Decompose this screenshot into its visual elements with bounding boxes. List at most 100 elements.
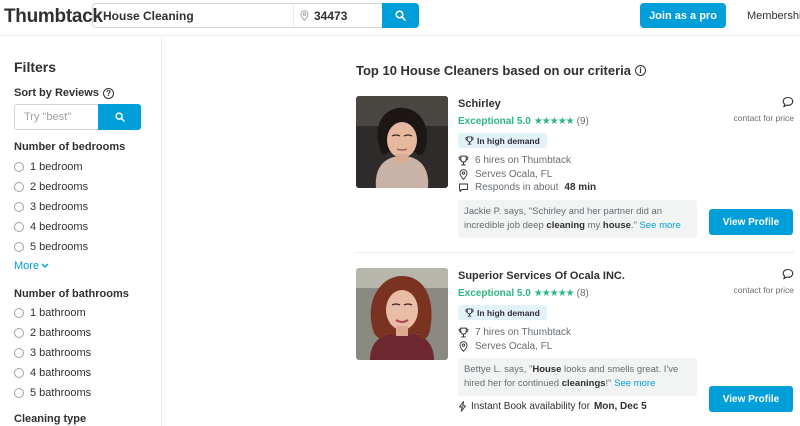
radio-button[interactable] — [14, 328, 24, 338]
instant-book-date: Mon, Dec 5 — [593, 401, 647, 412]
see-more-link[interactable]: See more — [640, 220, 681, 231]
cleaning-type-filter-title: Cleaning type — [14, 413, 87, 425]
view-profile-button[interactable]: View Profile — [709, 386, 793, 412]
option-label: 1 bathroom — [30, 307, 86, 319]
pro-photo[interactable] — [356, 96, 448, 188]
option-label: 2 bedrooms — [30, 181, 89, 193]
option-label: 4 bedrooms — [30, 221, 89, 233]
review-snippet: Jackie P. says, "Schirley and her partne… — [458, 200, 697, 238]
bedroom-option[interactable]: 4 bedrooms — [14, 221, 88, 233]
search-button[interactable] — [382, 3, 419, 28]
review-search-input[interactable]: Try "best" — [14, 104, 99, 130]
bathrooms-filter-title: Number of bathrooms — [14, 288, 129, 300]
pro-name[interactable]: Superior Services Of Ocala INC. — [458, 270, 625, 282]
review-search-button[interactable] — [98, 104, 141, 130]
radio-button[interactable] — [14, 368, 24, 378]
radio-button[interactable] — [14, 388, 24, 398]
results-heading-text: Top 10 House Cleaners based on our crite… — [356, 63, 632, 78]
trophy-icon — [458, 327, 469, 338]
option-label: 1 bedroom — [30, 161, 83, 173]
serves-text: Serves Ocala, FL — [475, 169, 553, 180]
review-snippet: Bettye L. says, "House looks and smells … — [458, 358, 697, 396]
response-time: 48 min — [564, 182, 597, 193]
radio-button[interactable] — [14, 348, 24, 358]
price-text: contact for price — [733, 113, 794, 123]
help-icon[interactable]: ? — [102, 87, 114, 99]
message-icon[interactable] — [782, 268, 794, 280]
filters-heading: Filters — [14, 59, 57, 75]
top-header: Thumbtack House Cleaning 34473 Join as a… — [0, 0, 800, 36]
option-label: 5 bathrooms — [30, 387, 92, 399]
high-demand-badge: In high demand — [458, 305, 547, 320]
option-label: 3 bathrooms — [30, 347, 92, 359]
radio-button[interactable] — [14, 182, 24, 192]
radio-button[interactable] — [14, 162, 24, 172]
quote-text: my — [584, 220, 603, 231]
bedroom-option[interactable]: 2 bedrooms — [14, 181, 88, 193]
search-icon — [114, 112, 125, 122]
star-rating-icon: ★★★★★ — [533, 116, 575, 127]
bathroom-option[interactable]: 5 bathrooms — [14, 387, 91, 399]
membership-link[interactable]: Membership — [747, 10, 800, 22]
view-profile-button[interactable]: View Profile — [709, 209, 793, 235]
location-row: Serves Ocala, FL — [458, 169, 552, 180]
sort-by-reviews-label: Sort by Reviews ? — [14, 87, 114, 99]
quote-keyword: house — [602, 220, 631, 231]
high-demand-badge: In high demand — [458, 133, 547, 148]
bedroom-option[interactable]: 3 bedrooms — [14, 201, 88, 213]
option-label: 5 bedrooms — [30, 241, 89, 253]
trophy-icon — [458, 155, 469, 166]
bathroom-option[interactable]: 2 bathrooms — [14, 327, 91, 339]
service-search-input[interactable]: House Cleaning — [93, 4, 293, 27]
radio-button[interactable] — [14, 308, 24, 318]
hires-text: 6 hires on Thumbtack — [475, 155, 571, 166]
pro-photo[interactable] — [356, 268, 448, 360]
bathroom-option[interactable]: 1 bathroom — [14, 307, 86, 319]
hires-row: 6 hires on Thumbtack — [458, 155, 571, 166]
bedroom-option[interactable]: 5 bedrooms — [14, 241, 88, 253]
rating-row: Exceptional 5.0 ★★★★★ (9) — [458, 116, 589, 127]
join-as-pro-button[interactable]: Join as a pro — [640, 3, 726, 28]
location-pin-icon — [300, 10, 309, 21]
sort-label-text: Sort by Reviews — [14, 87, 99, 99]
star-rating-icon: ★★★★★ — [533, 288, 575, 299]
info-icon[interactable]: i — [635, 65, 647, 76]
bathroom-option[interactable]: 3 bathrooms — [14, 347, 91, 359]
instant-book-row: Instant Book availability for Mon, Dec 5 — [458, 401, 647, 412]
review-count[interactable]: (8) — [577, 288, 589, 299]
more-bedrooms-link[interactable]: More — [14, 260, 49, 272]
message-icon[interactable] — [782, 96, 794, 108]
see-more-link[interactable]: See more — [614, 378, 655, 389]
quote-text: ." — [630, 220, 640, 231]
quote-keyword: cleanings — [561, 378, 606, 389]
chevron-down-icon — [41, 263, 49, 268]
bathroom-option[interactable]: 4 bathrooms — [14, 367, 91, 379]
search-icon — [395, 10, 406, 21]
rating-label: Exceptional 5.0 — [458, 288, 531, 299]
location-row: Serves Ocala, FL — [458, 341, 552, 352]
badge-label: In high demand — [477, 307, 540, 318]
radio-button[interactable] — [14, 202, 24, 212]
search-bar: House Cleaning 34473 — [92, 3, 419, 28]
option-label: 4 bathrooms — [30, 367, 92, 379]
review-count[interactable]: (9) — [577, 116, 589, 127]
zip-code-input[interactable]: 34473 — [293, 4, 381, 27]
quote-text: !" — [605, 378, 615, 389]
results-heading: Top 10 House Cleaners based on our crite… — [356, 63, 647, 78]
bedroom-option[interactable]: 1 bedroom — [14, 161, 83, 173]
radio-button[interactable] — [14, 242, 24, 252]
pro-card[interactable]: Schirley Exceptional 5.0 ★★★★★ (9) In hi… — [356, 96, 794, 246]
bedrooms-filter-title: Number of bedrooms — [14, 141, 126, 153]
chat-bubble-icon — [459, 183, 468, 192]
response-prefix: Responds in about — [475, 182, 559, 193]
hires-text: 7 hires on Thumbtack — [475, 327, 571, 338]
pro-card[interactable]: Superior Services Of Ocala INC. Exceptio… — [356, 268, 794, 418]
option-label: 2 bathrooms — [30, 327, 92, 339]
filters-sidebar: Filters Sort by Reviews ? Try "best" Num… — [0, 37, 162, 426]
pro-name[interactable]: Schirley — [458, 98, 501, 110]
radio-button[interactable] — [14, 222, 24, 232]
zip-code-value: 34473 — [314, 8, 348, 23]
option-label: 3 bedrooms — [30, 201, 89, 213]
thumbtack-logo[interactable]: Thumbtack — [4, 6, 103, 28]
quote-text: Bettye L. says, " — [464, 364, 533, 375]
